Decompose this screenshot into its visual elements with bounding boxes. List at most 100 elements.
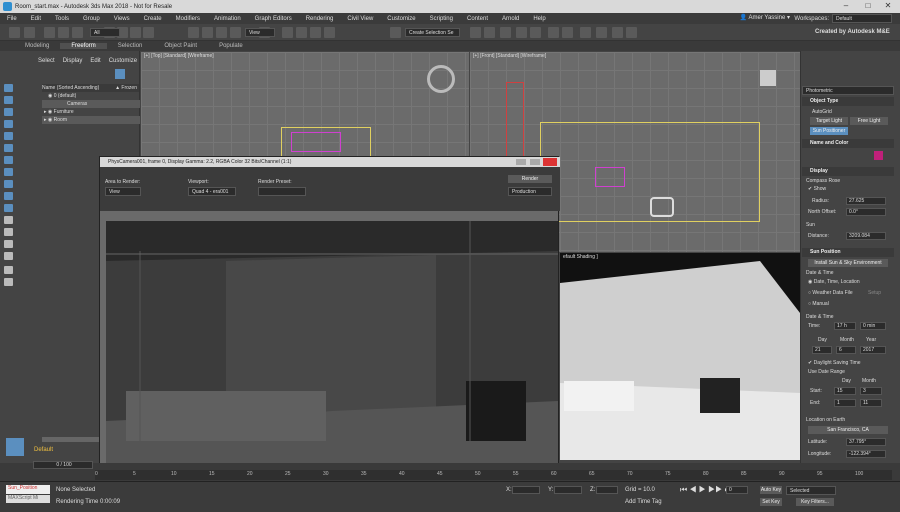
unlink-icon[interactable]	[58, 27, 69, 38]
link-icon[interactable]	[44, 27, 55, 38]
render-mode-dropdown[interactable]: Production	[508, 187, 552, 196]
viewport-front-label[interactable]: [+] [Front] [Standard] [Wireframe]	[473, 53, 546, 59]
curve-editor-icon[interactable]	[530, 27, 541, 38]
frozen-filter-icon[interactable]	[4, 204, 13, 212]
explorer-column-header[interactable]: Name (Sorted Ascending) ▲ Frozen	[42, 84, 139, 92]
viewcube-icon[interactable]	[760, 70, 776, 86]
explorer-menu-customize[interactable]: Customize	[109, 58, 137, 64]
selection-filter-dropdown[interactable]: All	[90, 28, 120, 37]
invert-filter-icon[interactable]	[4, 240, 13, 248]
layer-icon[interactable]	[500, 27, 511, 38]
filter-icon[interactable]	[4, 84, 13, 92]
time-slider[interactable]: 0 / 100	[33, 461, 93, 469]
set-key-button[interactable]: Set Key	[760, 498, 782, 506]
menu-customize[interactable]: Customize	[380, 16, 422, 22]
viewport-dropdown[interactable]: Quad 4 - era001	[188, 187, 236, 196]
funnel-icon[interactable]	[4, 266, 13, 274]
autogrid-checkbox[interactable]: AutoGrid	[812, 109, 832, 115]
group-filter-icon[interactable]	[4, 156, 13, 164]
render-maximize-icon[interactable]	[530, 159, 540, 165]
year-field[interactable]: 2017	[860, 346, 886, 354]
maximize-icon[interactable]: □	[858, 0, 878, 13]
selection-set-dropdown[interactable]: Create Selection Se	[405, 28, 460, 37]
radio-date-time-location[interactable]: ◉ Date, Time, Location	[808, 279, 860, 285]
render-setup-icon[interactable]	[580, 27, 591, 38]
maxscript-mini[interactable]: MAXScript Mi	[6, 495, 50, 503]
menu-arnold[interactable]: Arnold	[495, 16, 526, 22]
spinner-snap-icon[interactable]	[324, 27, 335, 38]
render-iterative-icon[interactable]	[626, 27, 637, 38]
playback-controls[interactable]: ⏮ ◀ ▶ ▶▶ ⏭	[680, 485, 732, 495]
menu-animation[interactable]: Animation	[207, 16, 248, 22]
tab-freeform[interactable]: Freeform	[60, 43, 107, 49]
use-date-range-checkbox[interactable]: Use Date Range	[808, 369, 845, 375]
user-menu[interactable]: 👤 Amer Yassine ▾	[740, 14, 790, 21]
area-to-render-dropdown[interactable]: View	[105, 187, 141, 196]
object-color-swatch[interactable]	[874, 151, 883, 160]
layer-explorer-button[interactable]	[6, 438, 24, 456]
display-icon[interactable]	[4, 96, 13, 104]
explorer-menu-select[interactable]: Select	[38, 58, 55, 64]
viewcube-icon[interactable]	[427, 65, 455, 93]
undo-icon[interactable]	[9, 27, 20, 38]
rollout-name-color[interactable]: Name and Color	[802, 139, 894, 148]
menu-rendering[interactable]: Rendering	[299, 16, 341, 22]
render-preset-dropdown[interactable]	[258, 187, 306, 196]
menu-content[interactable]: Content	[460, 16, 495, 22]
distance-field[interactable]: 3209.084	[846, 232, 886, 240]
end-day-field[interactable]: 1	[834, 399, 856, 407]
timeline-track[interactable]: 0 5 10 15 20 25 30 35 40 45 50 55 60 65 70 75 80 85 90 95 10…	[95, 470, 892, 480]
menu-scripting[interactable]: Scripting	[423, 16, 460, 22]
camera-filter-icon[interactable]	[4, 120, 13, 128]
month-field[interactable]: 6	[836, 346, 856, 354]
rotate-icon[interactable]	[202, 27, 213, 38]
tree-item-cameras[interactable]: Cameras	[42, 100, 140, 108]
menu-modifiers[interactable]: Modifiers	[169, 16, 207, 22]
key-selected-dropdown[interactable]: Selected	[786, 486, 836, 495]
light-filter-icon[interactable]	[4, 108, 13, 116]
tab-selection[interactable]: Selection	[107, 43, 154, 49]
setup-button[interactable]: Setup	[868, 290, 881, 296]
render-close-icon[interactable]	[543, 158, 557, 166]
maxscript-listener[interactable]: Sun_Position	[6, 485, 50, 494]
light-category-dropdown[interactable]: Photometric	[802, 86, 894, 95]
align-icon[interactable]	[484, 27, 495, 38]
render-frame-icon[interactable]	[596, 27, 607, 38]
sun-positioner-button[interactable]: Sun Positioner	[810, 127, 848, 135]
viewport-perspective[interactable]: efault Shading ]	[560, 253, 800, 460]
daylight-saving-checkbox[interactable]: ✔ Daylight Saving Time	[808, 360, 861, 366]
menu-group[interactable]: Group	[76, 16, 107, 22]
menu-create[interactable]: Create	[137, 16, 169, 22]
minute-field[interactable]: 0 min	[860, 322, 886, 330]
bind-icon[interactable]	[72, 27, 83, 38]
explorer-toggle-icon[interactable]	[115, 69, 125, 79]
tab-object-paint[interactable]: Object Paint	[153, 43, 208, 49]
latitude-field[interactable]: 37.795°	[846, 438, 886, 446]
tree-item-room[interactable]: ▸ ◉ Room	[42, 116, 140, 124]
start-month-field[interactable]: 3	[860, 387, 882, 395]
all-filter-icon[interactable]	[4, 216, 13, 224]
material-editor-icon[interactable]	[562, 27, 573, 38]
render-icon[interactable]	[612, 27, 623, 38]
z-coord-field[interactable]	[596, 486, 618, 494]
render-button[interactable]: Render	[508, 175, 552, 183]
render-minimize-icon[interactable]	[516, 159, 526, 165]
current-frame-field[interactable]: 0	[726, 486, 748, 494]
hour-field[interactable]: 17 h	[834, 322, 856, 330]
placement-icon[interactable]	[230, 27, 241, 38]
rollout-sun-position[interactable]: Sun Position	[802, 248, 894, 257]
tab-populate[interactable]: Populate	[208, 43, 254, 49]
minimize-icon[interactable]: –	[836, 0, 856, 13]
auto-key-button[interactable]: Auto Key	[760, 486, 782, 494]
add-time-tag[interactable]: Add Time Tag	[625, 499, 662, 505]
menu-views[interactable]: Views	[107, 16, 137, 22]
move-icon[interactable]	[188, 27, 199, 38]
menu-civil-view[interactable]: Civil View	[340, 16, 380, 22]
mirror-icon[interactable]	[470, 27, 481, 38]
north-offset-field[interactable]: 0.0°	[846, 208, 886, 216]
container-filter-icon[interactable]	[4, 192, 13, 200]
radio-manual[interactable]: ○ Manual	[808, 301, 829, 307]
longitude-field[interactable]: -122.394°	[846, 450, 886, 458]
menu-file[interactable]: File	[0, 16, 24, 22]
free-light-button[interactable]: Free Light	[850, 117, 888, 125]
